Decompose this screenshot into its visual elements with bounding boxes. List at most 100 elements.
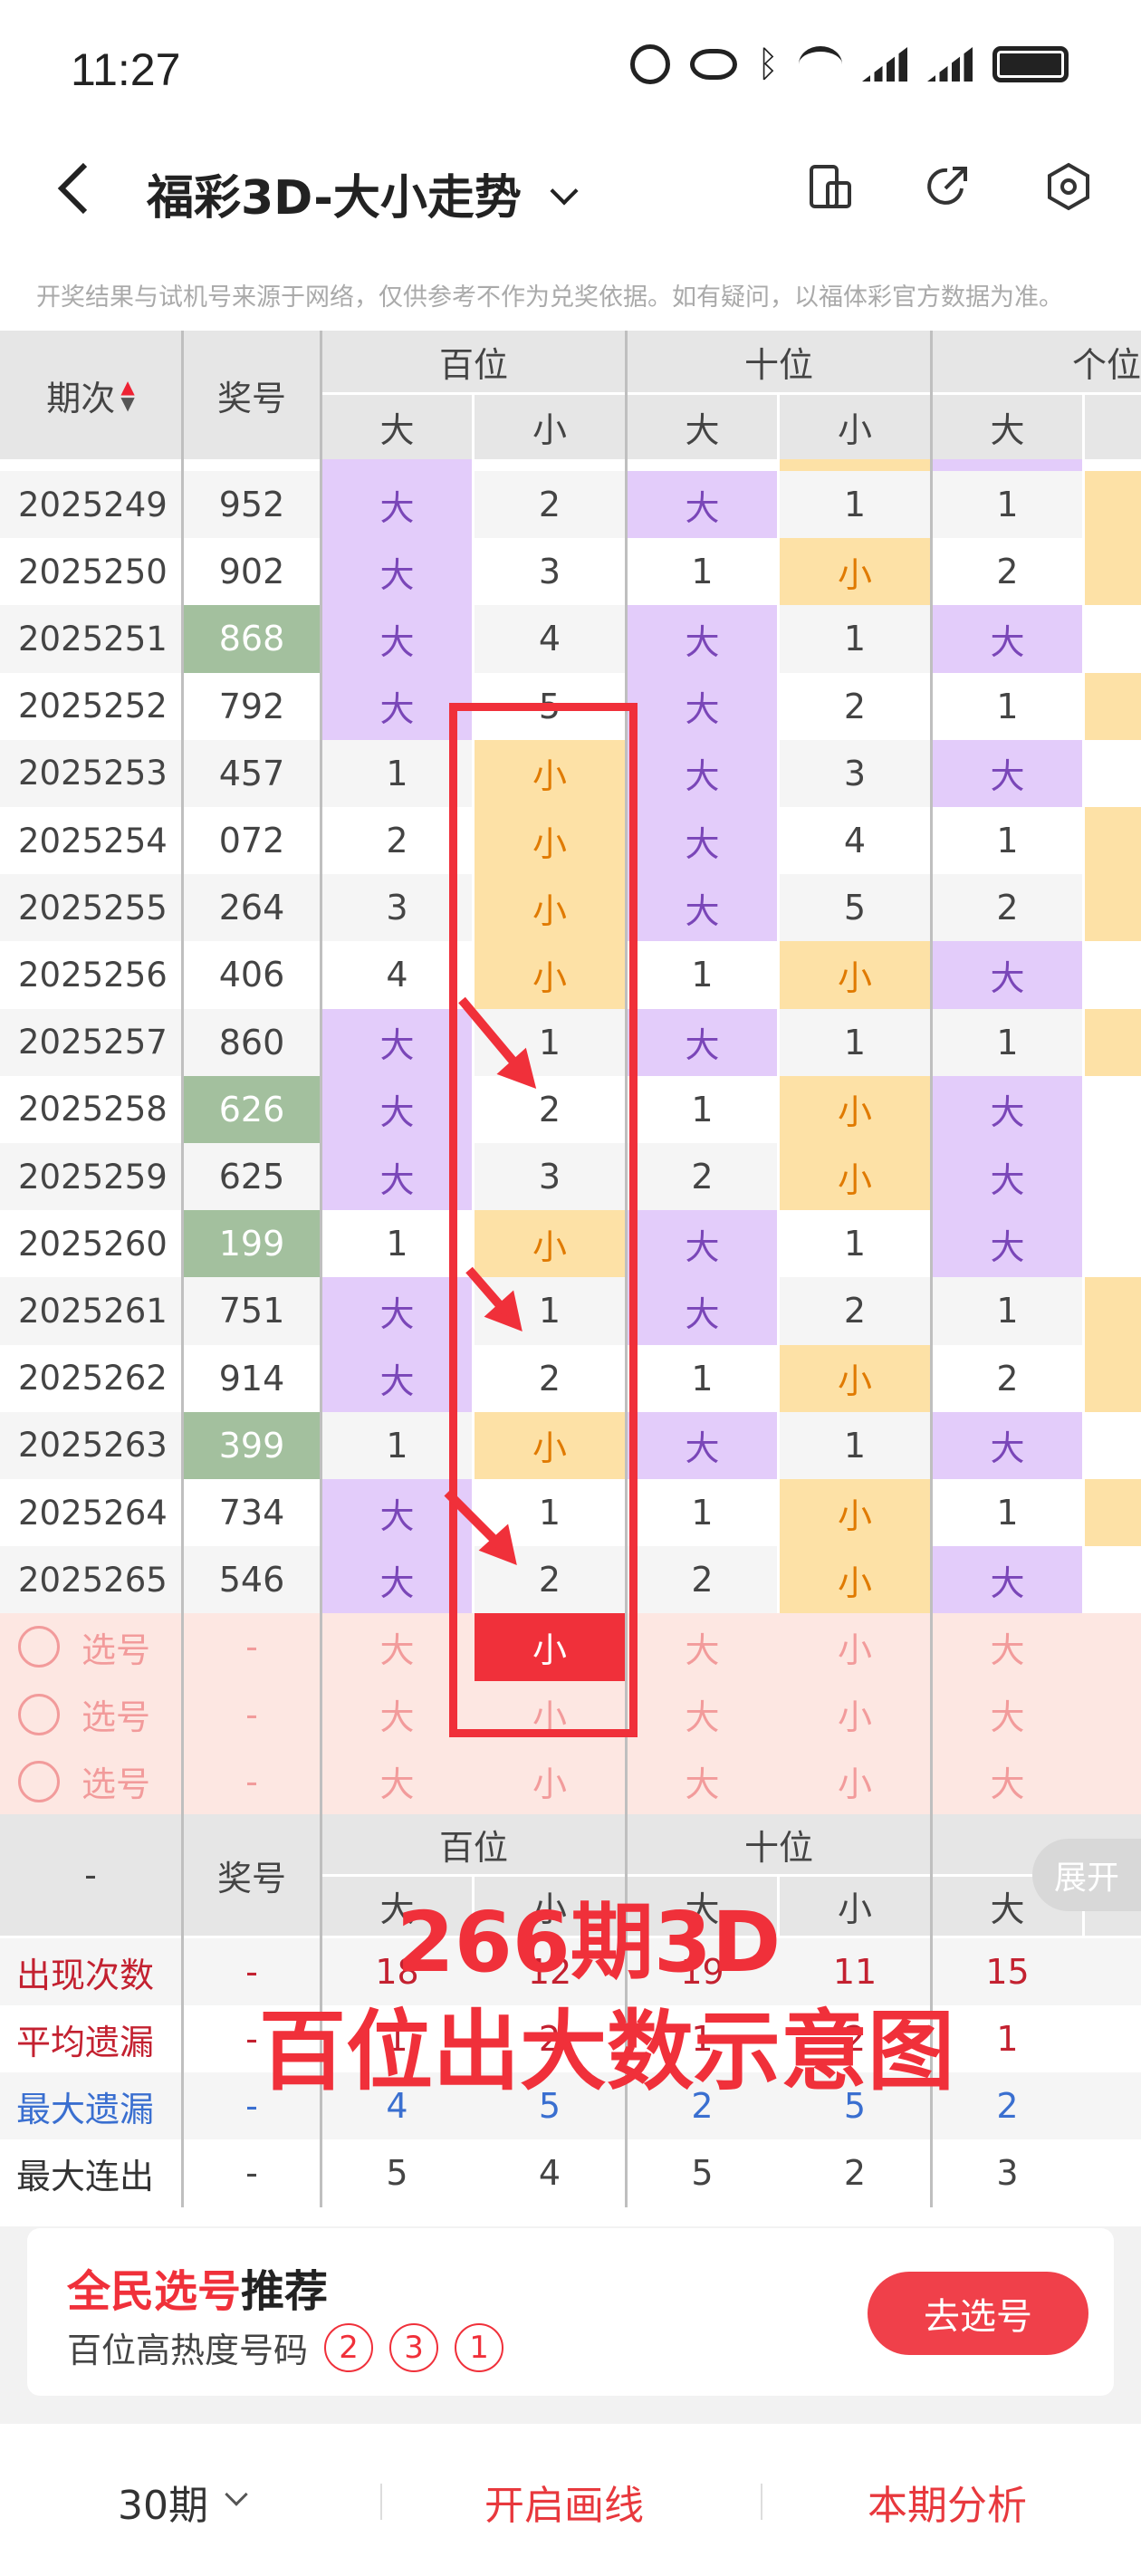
winning-number-cell: 734 <box>184 1479 320 1547</box>
trend-cell: 1 <box>933 471 1082 539</box>
trend-cell: 大 <box>628 1210 777 1278</box>
pick-cell[interactable]: 小 <box>780 1748 930 1815</box>
trend-cell: 1 <box>933 672 1082 740</box>
pick-cell[interactable]: 大 <box>628 1748 777 1815</box>
trend-cell: 大 <box>933 1210 1082 1278</box>
share-icon[interactable] <box>922 161 973 212</box>
trend-cell-partial <box>1085 1411 1141 1479</box>
stats-value-cell: 2 <box>843 2153 867 2193</box>
bluetooth-icon: ᛒ <box>757 43 779 85</box>
page-title[interactable]: 福彩3D-大小走势 <box>147 159 579 227</box>
trend-cell: 大 <box>628 1277 777 1345</box>
trend-cell: 1 <box>780 471 930 539</box>
winning-number-cell: 264 <box>184 874 320 942</box>
stats-number-cell: - <box>245 1952 258 1992</box>
stats-header-number: 奖号 <box>184 1814 320 1936</box>
trend-cell: 1 <box>933 1277 1082 1345</box>
period-cell: 2025263 <box>0 1411 181 1479</box>
pick-cell[interactable]: 小 <box>475 1748 625 1815</box>
select-row-label[interactable]: 选号 <box>18 1681 181 1748</box>
draw-line-button[interactable]: 开启画线 <box>484 2473 644 2531</box>
tabbar-divider <box>380 2484 382 2520</box>
period-cell: 2025260 <box>0 1210 181 1278</box>
hot-number: 2 <box>324 2322 374 2372</box>
period-cell: 2025253 <box>0 739 181 807</box>
period-selector[interactable]: 30期 <box>118 2473 248 2531</box>
trend-cell: 3 <box>780 739 930 807</box>
trend-cell: 1 <box>628 1075 777 1143</box>
stats-label: 出现次数 <box>16 1955 155 1995</box>
winning-number-cell: 952 <box>184 471 320 539</box>
trend-cell: 大 <box>933 1143 1082 1211</box>
trend-cell-partial <box>1085 538 1141 606</box>
trend-cell: 2 <box>780 672 930 740</box>
partial-cell <box>780 459 930 471</box>
trend-cell-partial <box>1085 1075 1141 1143</box>
stats-value-cell: 15 <box>985 1952 1030 1992</box>
sub-header-small: 小 <box>780 395 930 459</box>
period-cell: 2025249 <box>0 471 181 539</box>
pick-cell[interactable]: 大 <box>933 1748 1082 1815</box>
pick-cell[interactable]: 小 <box>780 1681 930 1748</box>
eye-icon <box>690 49 737 80</box>
column-divider <box>181 331 184 1814</box>
select-label-text: 选号 <box>82 1764 151 1805</box>
pick-cell[interactable]: 大 <box>628 1681 777 1748</box>
trend-cell: 大 <box>628 471 777 539</box>
select-row-label[interactable]: 选号 <box>18 1613 181 1680</box>
trend-cell-partial <box>1085 807 1141 875</box>
winning-number-cell: 625 <box>184 1143 320 1211</box>
period-cell: 2025261 <box>0 1277 181 1345</box>
analysis-button[interactable]: 本期分析 <box>868 2473 1027 2531</box>
period-cell: 2025252 <box>0 672 181 740</box>
trend-cell: 2 <box>933 874 1082 942</box>
trend-cell: 大 <box>933 1546 1082 1614</box>
period-cell: 2025265 <box>0 1546 181 1614</box>
period-cell: 2025255 <box>0 874 181 942</box>
select-row-label[interactable]: 选号 <box>18 1748 181 1815</box>
pick-cell[interactable]: 大 <box>933 1681 1082 1748</box>
sub-header-small-partial <box>1085 395 1141 459</box>
trend-cell: 大 <box>322 538 472 606</box>
winning-number-cell: 868 <box>184 605 320 673</box>
group-header-hundreds: 百位 <box>322 331 625 392</box>
period-cell: 2025254 <box>0 807 181 875</box>
radio-circle-icon[interactable] <box>18 1760 60 1802</box>
winning-number-cell: 792 <box>184 672 320 740</box>
partial-cell <box>933 459 1082 471</box>
stats-header-dash: - <box>0 1814 181 1936</box>
stats-value-cell: 5 <box>386 2153 408 2193</box>
back-icon[interactable] <box>56 161 92 216</box>
device-switch-icon[interactable] <box>804 161 855 212</box>
expand-button[interactable]: 展开 <box>1032 1839 1141 1911</box>
settings-icon[interactable] <box>1043 161 1094 212</box>
select-number-cell: - <box>245 1761 258 1802</box>
trend-cell: 小 <box>780 1546 930 1614</box>
trend-cell: 小 <box>780 1143 930 1211</box>
trend-cell: 1 <box>780 605 930 673</box>
winning-number-cell: 399 <box>184 1411 320 1479</box>
trend-cell: 4 <box>780 807 930 875</box>
column-header-period[interactable]: 期次 ▲ ▼ <box>0 331 181 459</box>
winning-number-cell: 914 <box>184 1344 320 1412</box>
pick-cell[interactable]: 大 <box>322 1748 472 1815</box>
column-divider <box>320 331 322 1814</box>
trend-cell: 大 <box>933 605 1082 673</box>
group-header-tens: 十位 <box>628 331 930 392</box>
trend-cell: 1 <box>933 1008 1082 1076</box>
pick-cell[interactable]: 大 <box>628 1613 777 1680</box>
chevron-down-icon[interactable] <box>550 177 579 206</box>
stats-value-cell: 4 <box>538 2153 561 2193</box>
pick-cell[interactable]: 小 <box>780 1613 930 1680</box>
trend-cell: 1 <box>780 1210 930 1278</box>
period-header-label: 期次 <box>46 378 116 418</box>
radio-circle-icon[interactable] <box>18 1693 60 1735</box>
go-select-button[interactable]: 去选号 <box>868 2272 1088 2355</box>
radio-circle-icon[interactable] <box>18 1626 60 1668</box>
pick-cell[interactable]: 大 <box>933 1613 1082 1680</box>
stats-label: 最大连出 <box>16 2156 155 2196</box>
sort-icon[interactable]: ▲ ▼ <box>120 378 134 412</box>
winning-number-cell: 457 <box>184 739 320 807</box>
winning-number-cell: 406 <box>184 941 320 1009</box>
winning-number-cell: 751 <box>184 1277 320 1345</box>
